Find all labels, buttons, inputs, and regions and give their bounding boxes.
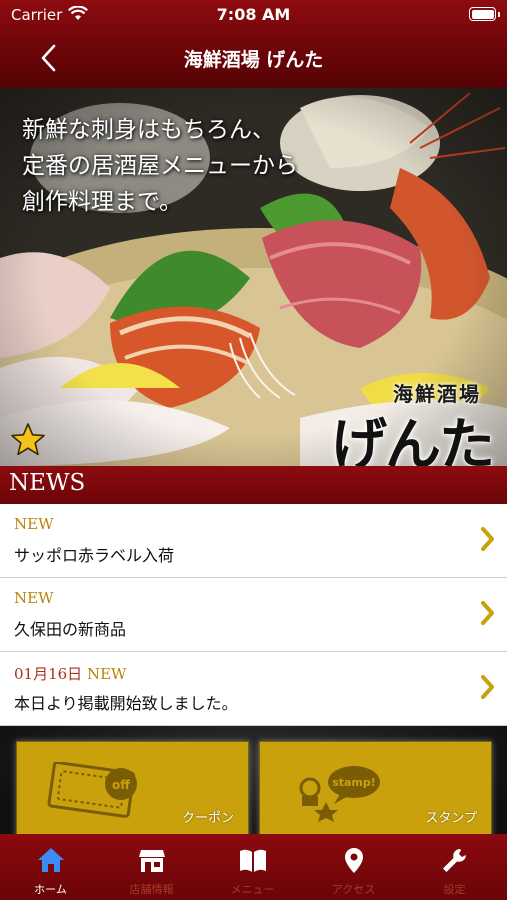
news-new-badge: NEW <box>86 665 127 683</box>
store-icon <box>139 850 165 872</box>
coupon-label: クーポン <box>181 811 234 826</box>
tab-label: アクセス <box>331 883 376 896</box>
news-new-badge: NEW <box>14 515 54 533</box>
coupon-tile[interactable]: off クーポン <box>16 741 249 841</box>
news-section-header: NEWS <box>0 466 507 504</box>
tab-label: 設定 <box>443 883 466 896</box>
page-title: 海鮮酒場 げんた <box>183 49 324 71</box>
svg-text:stamp!: stamp! <box>332 776 376 789</box>
coupon-icon: off <box>47 762 137 818</box>
brand-logo-text: げんた <box>331 412 495 466</box>
battery-icon <box>469 7 500 21</box>
chevron-right-icon <box>481 601 494 625</box>
status-time: 7:08 AM <box>216 5 291 24</box>
feature-tiles: off クーポン stamp! スタンプ <box>0 726 507 841</box>
news-title: サッポロ赤ラベル入荷 <box>14 546 175 565</box>
tab-label: ホーム <box>34 883 67 896</box>
chevron-right-icon <box>481 675 494 699</box>
stamp-label: スタンプ <box>425 811 477 826</box>
location-pin-icon <box>345 848 363 873</box>
stamp-tile[interactable]: stamp! スタンプ <box>259 741 492 841</box>
tab-store-info[interactable]: 店舗情報 <box>101 834 202 900</box>
wrench-icon <box>443 849 466 872</box>
book-icon <box>240 849 266 872</box>
app-header: Carrier 7:08 AM 海鮮酒場 げんた <box>0 0 507 88</box>
tab-settings[interactable]: 設定 <box>404 834 505 900</box>
star-icon <box>11 423 45 456</box>
news-new-badge: NEW <box>14 589 54 607</box>
svg-text:off: off <box>112 778 130 792</box>
tab-home[interactable]: ホーム <box>0 834 101 900</box>
news-tag: 01月16日 NEW <box>14 663 126 684</box>
tab-label: メニュー <box>230 883 275 896</box>
tab-menu[interactable]: メニュー <box>202 834 303 900</box>
news-item[interactable]: NEW 久保田の新商品 <box>0 578 507 652</box>
news-tag: NEW <box>14 515 54 533</box>
status-bar: Carrier 7:08 AM <box>0 0 507 30</box>
hero-banner: 新鮮な刺身はもちろん、 定番の居酒屋メニューから 創作料理まで。 海鮮酒場 げん… <box>0 88 507 466</box>
chevron-right-icon <box>481 527 494 551</box>
news-title: 本日より掲載開始致しました。 <box>14 694 238 713</box>
news-tag: NEW <box>14 589 54 607</box>
tab-access[interactable]: アクセス <box>303 834 404 900</box>
news-item[interactable]: NEW サッポロ赤ラベル入荷 <box>0 504 507 578</box>
favorite-button[interactable] <box>10 422 46 458</box>
tab-bar: ホーム 店舗情報 メニュー アクセス 設定 <box>0 834 507 900</box>
news-heading: NEWS <box>9 470 86 496</box>
nav-bar: 海鮮酒場 げんた <box>0 30 507 88</box>
news-date: 01月16日 <box>14 665 83 683</box>
hero-tagline: 新鮮な刺身はもちろん、 定番の居酒屋メニューから 創作料理まで。 <box>22 112 298 220</box>
hero-tagline-line: 創作料理まで。 <box>22 189 183 215</box>
news-title: 久保田の新商品 <box>14 620 127 639</box>
stamp-icon: stamp! <box>299 766 380 822</box>
hero-tagline-line: 定番の居酒屋メニューから <box>22 153 298 179</box>
hero-tagline-line: 新鮮な刺身はもちろん、 <box>22 117 275 143</box>
tab-label: 店舗情報 <box>129 883 174 896</box>
news-item[interactable]: 01月16日 NEW 本日より掲載開始致しました。 <box>0 652 507 726</box>
news-list: NEW サッポロ赤ラベル入荷 NEW 久保田の新商品 01月16日 NEW 本日… <box>0 504 507 726</box>
home-icon <box>38 848 64 872</box>
